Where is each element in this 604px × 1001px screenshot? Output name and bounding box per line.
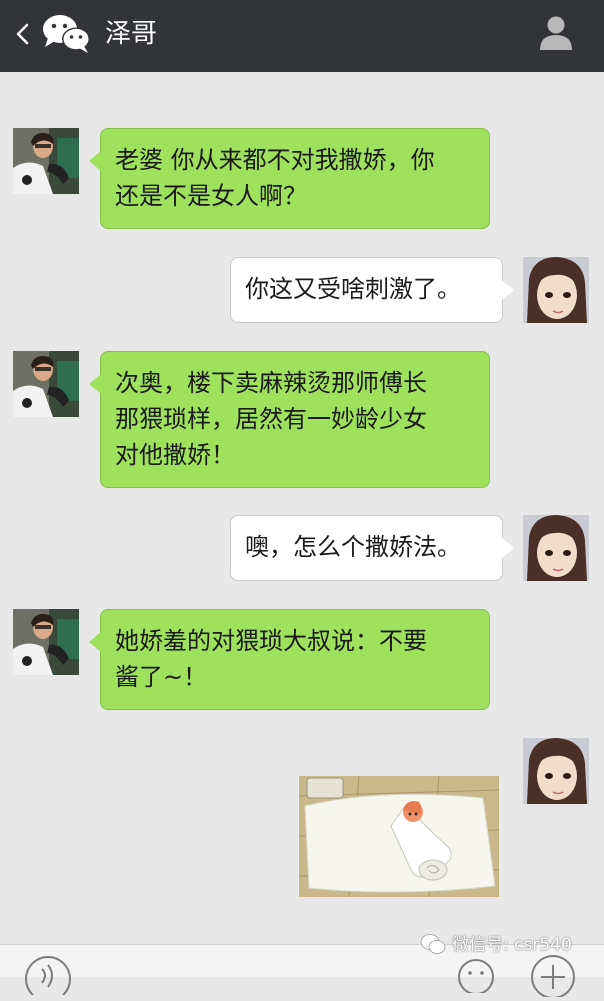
- watermark-text: 微信号: csr540: [452, 935, 572, 955]
- voice-icon: [25, 956, 71, 1001]
- watermark: 微信号: csr540: [420, 932, 600, 958]
- contact-avatar[interactable]: [13, 128, 79, 194]
- message-text-line: 那猥琐样，居然有一妙龄少女: [115, 405, 427, 433]
- emoji-button[interactable]: [456, 957, 496, 995]
- plus-icon: [531, 955, 575, 999]
- back-button[interactable]: [10, 16, 34, 52]
- message-text-line: 你这又受啥刺激了。: [245, 275, 461, 303]
- wechat-logo-icon: [420, 934, 446, 954]
- person-icon: [540, 16, 572, 50]
- profile-button[interactable]: [538, 14, 574, 52]
- chevron-left-icon: [16, 23, 29, 45]
- chat-title: 泽哥: [105, 19, 158, 49]
- emoji-icon: [458, 959, 494, 995]
- message-text-line: 对他撒娇！: [115, 441, 235, 469]
- chat-header: 泽哥: [0, 0, 604, 72]
- message-text-line: 还是不是女人啊？: [115, 182, 307, 210]
- my-avatar[interactable]: [523, 738, 589, 804]
- sent-message-bubble[interactable]: 噢，怎么个撒娇法。: [230, 515, 514, 581]
- sent-image-message[interactable]: [299, 776, 499, 897]
- message-text-line: 噢，怎么个撒娇法。: [245, 533, 461, 561]
- contact-avatar[interactable]: [13, 351, 79, 417]
- my-avatar[interactable]: [523, 515, 589, 581]
- voice-button[interactable]: [22, 955, 74, 1001]
- wechat-logo-icon: [40, 12, 94, 56]
- more-button[interactable]: [526, 953, 580, 999]
- sent-message-bubble[interactable]: 你这又受啥刺激了。: [230, 257, 514, 323]
- received-message-bubble[interactable]: 她娇羞的对猥琐大叔说：不要 酱了~！: [89, 609, 490, 710]
- contact-avatar[interactable]: [13, 609, 79, 675]
- my-avatar[interactable]: [523, 257, 589, 323]
- message-text-line: 酱了~！: [115, 663, 208, 691]
- received-message-bubble[interactable]: 老婆 你从来都不对我撒娇，你 还是不是女人啊？: [89, 128, 490, 229]
- message-text-line: 次奥，楼下卖麻辣烫那师傅长: [115, 369, 427, 397]
- received-message-bubble[interactable]: 次奥，楼下卖麻辣烫那师傅长 那猥琐样，居然有一妙龄少女 对他撒娇！: [89, 351, 490, 488]
- message-text-line: 老婆 你从来都不对我撒娇，你: [115, 146, 435, 174]
- message-text-line: 她娇羞的对猥琐大叔说：不要: [115, 627, 427, 655]
